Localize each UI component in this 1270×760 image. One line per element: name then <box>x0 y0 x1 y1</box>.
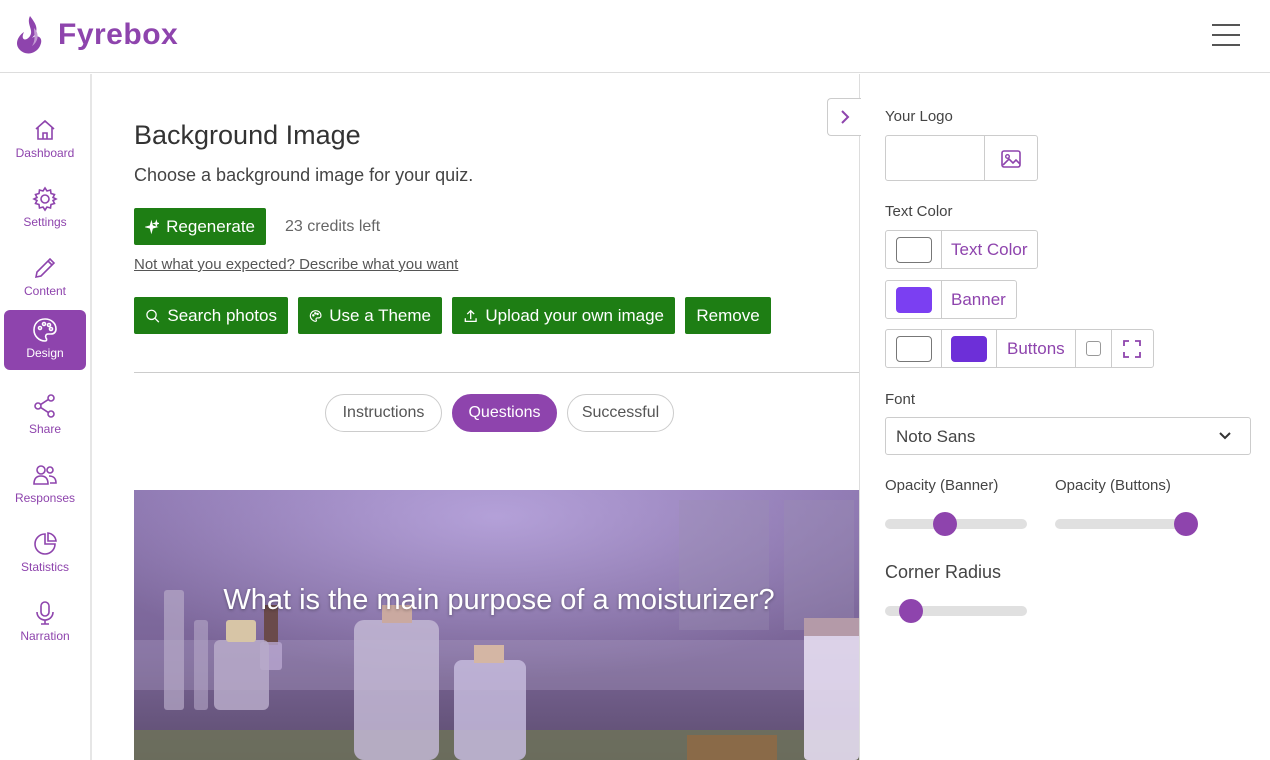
slider-thumb[interactable] <box>932 512 957 536</box>
tab-instructions[interactable]: Instructions <box>325 394 442 432</box>
palette-icon <box>309 309 322 322</box>
logo-picker[interactable] <box>885 135 1038 181</box>
banner-color-control[interactable]: Banner <box>885 280 1017 319</box>
sidebar-item-narration[interactable]: Narration <box>4 593 86 653</box>
page-title: Background Image <box>134 120 361 150</box>
text-color-control[interactable]: Text Color <box>885 230 1038 269</box>
buttons-text-swatch[interactable] <box>951 336 987 362</box>
image-icon <box>1001 150 1021 168</box>
sidebar-item-label: Settings <box>23 215 67 229</box>
fullscreen-icon[interactable] <box>1123 340 1141 358</box>
users-icon <box>33 465 57 485</box>
banner-color-swatch[interactable] <box>896 287 932 313</box>
app-name: Fyrebox <box>58 18 179 51</box>
sidebar-item-design[interactable]: Design <box>4 310 86 370</box>
top-bar: Fyrebox <box>0 0 1270 73</box>
sidebar-item-statistics[interactable]: Statistics <box>4 524 86 584</box>
background-preview: What is the main purpose of a moisturize… <box>134 490 859 760</box>
regenerate-label: Regenerate <box>166 216 255 236</box>
font-select[interactable]: Noto Sans <box>885 417 1251 455</box>
sidebar-item-settings[interactable]: Settings <box>4 179 86 239</box>
search-photos-label: Search photos <box>167 305 277 325</box>
sidebar-item-responses[interactable]: Responses <box>4 455 86 515</box>
divider <box>134 372 859 373</box>
slider-thumb[interactable] <box>1173 512 1198 536</box>
sparkles-icon <box>145 218 160 234</box>
opacity-banner-label: Opacity (Banner) <box>885 477 999 494</box>
logo-label: Your Logo <box>885 108 953 125</box>
text-color-label: Text Color <box>885 203 953 220</box>
background-image <box>134 490 859 760</box>
buttons-button-label: Buttons <box>1007 339 1065 358</box>
home-icon <box>35 119 55 140</box>
opacity-buttons-label: Opacity (Buttons) <box>1055 477 1171 494</box>
search-photos-button[interactable]: Search photos <box>134 297 288 334</box>
tab-successful[interactable]: Successful <box>567 394 674 432</box>
microphone-icon <box>36 601 54 625</box>
text-color-swatch[interactable] <box>896 237 932 263</box>
sidebar-item-label: Content <box>23 284 67 298</box>
opacity-banner-slider[interactable] <box>885 512 1027 536</box>
collapse-panel-button[interactable] <box>827 98 861 136</box>
sidebar-item-content[interactable]: Content <box>4 248 86 308</box>
text-color-button-label: Text Color <box>951 240 1028 259</box>
font-select-value: Noto Sans <box>896 427 976 446</box>
chevron-right-icon <box>840 110 849 124</box>
sidebar-item-share[interactable]: Share <box>4 386 86 446</box>
sidebar-item-label: Responses <box>14 491 76 505</box>
page-subtitle: Choose a background image for your quiz. <box>134 165 474 185</box>
sidebar-item-label: Narration <box>20 629 70 643</box>
upload-image-button[interactable]: Upload your own image <box>452 297 675 334</box>
describe-link[interactable]: Not what you expected? Describe what you… <box>134 256 458 273</box>
use-theme-button[interactable]: Use a Theme <box>298 297 442 334</box>
preview-question: What is the main purpose of a moisturize… <box>223 584 775 616</box>
upload-image-label: Upload your own image <box>485 305 664 325</box>
buttons-style-control[interactable]: Buttons <box>885 329 1154 368</box>
remove-button[interactable]: Remove <box>685 297 771 334</box>
slider-thumb[interactable] <box>898 599 923 623</box>
main-content: Background Image Choose a background ima… <box>93 74 859 760</box>
menu-icon[interactable] <box>1210 22 1242 48</box>
app-logo[interactable]: Fyrebox <box>14 14 178 56</box>
sidebar: Dashboard Settings Content Design Share … <box>0 74 92 760</box>
sidebar-item-label: Statistics <box>20 560 69 574</box>
logo-image-button[interactable] <box>984 136 1021 180</box>
corner-radius-slider[interactable] <box>885 599 1027 623</box>
credits-text: 23 credits left <box>285 218 381 235</box>
tab-questions[interactable]: Questions <box>452 394 557 432</box>
fyrebox-logo-icon <box>17 16 42 54</box>
design-panel: Your Logo Text Color Text Color Banner B… <box>859 74 1270 760</box>
sidebar-item-dashboard[interactable]: Dashboard <box>4 110 86 170</box>
buttons-bg-swatch[interactable] <box>896 336 932 362</box>
sidebar-item-label: Design <box>26 346 64 360</box>
pencil-icon <box>34 257 56 279</box>
opacity-buttons-slider[interactable] <box>1055 512 1198 536</box>
gear-icon <box>32 186 58 212</box>
chevron-down-icon <box>1219 432 1231 440</box>
upload-icon <box>464 309 477 322</box>
pie-chart-icon <box>34 532 57 555</box>
corner-radius-label: Corner Radius <box>885 562 1002 582</box>
sidebar-item-label: Share <box>28 422 62 436</box>
font-label: Font <box>885 391 916 408</box>
regenerate-button[interactable]: Regenerate <box>134 208 266 245</box>
share-icon <box>34 394 55 418</box>
rounded-corners-checkbox[interactable] <box>1086 341 1101 356</box>
sidebar-item-label: Dashboard <box>15 146 75 160</box>
palette-icon <box>33 318 57 342</box>
use-theme-label: Use a Theme <box>329 305 431 325</box>
search-icon <box>146 309 160 323</box>
remove-label: Remove <box>696 305 760 325</box>
banner-button-label: Banner <box>951 290 1006 309</box>
